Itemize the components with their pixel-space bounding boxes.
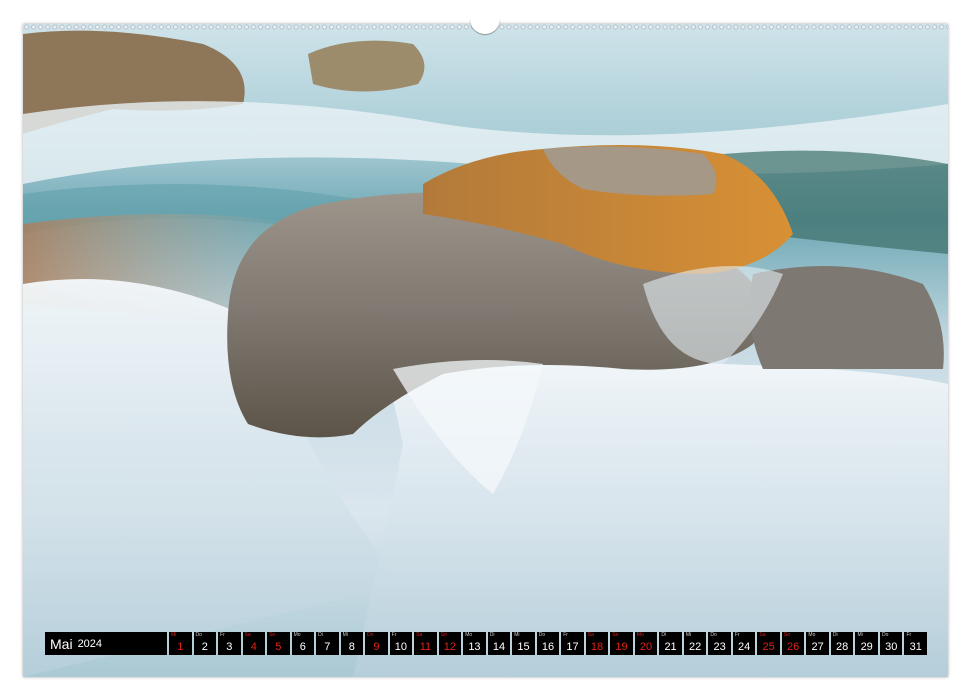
day-cell: Sa 18 <box>585 632 609 655</box>
day-cell: Fr 17 <box>561 632 584 655</box>
day-number: 17 <box>566 641 579 653</box>
day-number: 11 <box>419 641 432 653</box>
day-number: 15 <box>517 641 530 653</box>
day-number: 28 <box>836 641 849 653</box>
day-number: 1 <box>177 641 184 653</box>
day-cell: Mi 8 <box>340 632 364 655</box>
month-label-box: Mai 2024 <box>45 632 167 655</box>
day-number: 13 <box>468 641 481 653</box>
day-cell: So 5 <box>267 632 290 655</box>
day-number: 24 <box>737 641 751 653</box>
day-cell: Di 21 <box>659 632 682 655</box>
day-number: 2 <box>201 641 208 653</box>
day-number: 21 <box>664 641 677 653</box>
calendar-strip: Mai 2024 Mi 1 Do 2 Fr 3 Sa 4 So 5 Mo 6 Di 7 Mi 8 Do 9 Fr 10… <box>45 632 927 655</box>
day-of-week: Mo <box>636 632 644 638</box>
day-of-week: Mi <box>685 632 692 638</box>
day-number: 14 <box>492 641 506 653</box>
day-cell: So 19 <box>610 632 633 655</box>
day-number: 4 <box>250 641 257 653</box>
day-number: 3 <box>226 641 233 653</box>
day-number: 5 <box>275 641 282 653</box>
month-year: 2024 <box>77 637 103 650</box>
day-cell: Sa 4 <box>242 632 266 655</box>
day-number: 10 <box>394 641 408 653</box>
river-rock-photo <box>23 24 948 677</box>
day-cell: Do 23 <box>708 632 731 655</box>
day-number: 6 <box>299 641 306 653</box>
day-of-week: Di <box>661 632 667 638</box>
day-of-week: Sa <box>759 632 766 638</box>
day-of-week: Di <box>318 632 323 638</box>
day-cell: Do 2 <box>193 632 217 655</box>
day-of-week: Do <box>710 632 717 638</box>
month-name: Mai <box>50 635 73 652</box>
day-cell: Sa 25 <box>757 632 780 655</box>
day-of-week: Do <box>367 632 374 638</box>
day-number: 26 <box>787 641 800 653</box>
day-of-week: Mi <box>342 632 348 638</box>
day-of-week: So <box>783 632 791 638</box>
day-cell: Fr 31 <box>904 632 927 655</box>
day-number: 19 <box>615 641 628 653</box>
day-of-week: Sa <box>244 632 251 638</box>
day-of-week: Fr <box>220 632 225 638</box>
day-number: 16 <box>541 641 555 653</box>
day-of-week: So <box>269 632 276 638</box>
day-of-week: Fr <box>391 632 397 638</box>
day-cell: Mi 15 <box>512 632 535 655</box>
day-cell: Mo 6 <box>291 632 315 655</box>
day-of-week: Fr <box>734 632 740 638</box>
day-number: 30 <box>885 641 898 653</box>
day-number: 27 <box>811 641 824 653</box>
day-cell: Fr 3 <box>218 632 241 655</box>
day-of-week: Mi <box>857 632 863 638</box>
day-cell: Sa 11 <box>414 632 437 655</box>
day-cell: So 12 <box>438 632 462 655</box>
day-of-week: Mi <box>514 632 520 638</box>
day-number: 22 <box>688 641 702 653</box>
day-cell: Mo 13 <box>463 632 486 655</box>
day-number: 7 <box>324 641 331 653</box>
day-number: 8 <box>348 641 355 653</box>
day-number: 31 <box>909 641 922 653</box>
day-of-week: Do <box>881 632 889 638</box>
day-cell: Do 16 <box>536 632 560 655</box>
day-cell: Di 28 <box>830 632 854 655</box>
day-number: 9 <box>373 641 380 653</box>
day-of-week: Sa <box>416 632 423 638</box>
day-of-week: Mo <box>293 632 301 638</box>
day-cell: Mi 1 <box>169 632 192 655</box>
day-number: 29 <box>860 641 873 653</box>
day-of-week: Mo <box>808 632 816 638</box>
day-number: 18 <box>590 641 604 653</box>
day-cell: Mi 29 <box>855 632 878 655</box>
day-of-week: Do <box>195 632 202 638</box>
day-of-week: So <box>612 632 619 638</box>
day-cell: Fr 10 <box>389 632 413 655</box>
day-of-week: Sa <box>587 632 594 638</box>
day-of-week: Fr <box>906 632 912 638</box>
day-cell: Mo 20 <box>634 632 658 655</box>
day-of-week: Mo <box>465 632 473 638</box>
day-of-week: Fr <box>563 632 568 638</box>
day-number: 25 <box>762 641 775 653</box>
day-of-week: Mi <box>171 632 177 638</box>
day-number: 12 <box>443 641 457 653</box>
day-number: 23 <box>713 641 726 653</box>
day-cell: Mo 27 <box>806 632 829 655</box>
day-cell: Fr 24 <box>732 632 756 655</box>
calendar-page <box>23 24 948 677</box>
day-cell: Do 9 <box>365 632 388 655</box>
day-cell: So 26 <box>781 632 805 655</box>
day-of-week: Do <box>538 632 546 638</box>
day-of-week: So <box>440 632 447 638</box>
day-cell: Do 30 <box>879 632 903 655</box>
day-of-week: Di <box>489 632 495 638</box>
day-of-week: Di <box>832 632 838 638</box>
day-cell: Di 7 <box>316 632 339 655</box>
day-cell: Mi 22 <box>683 632 707 655</box>
day-number: 20 <box>639 641 653 653</box>
day-cell: Di 14 <box>487 632 511 655</box>
